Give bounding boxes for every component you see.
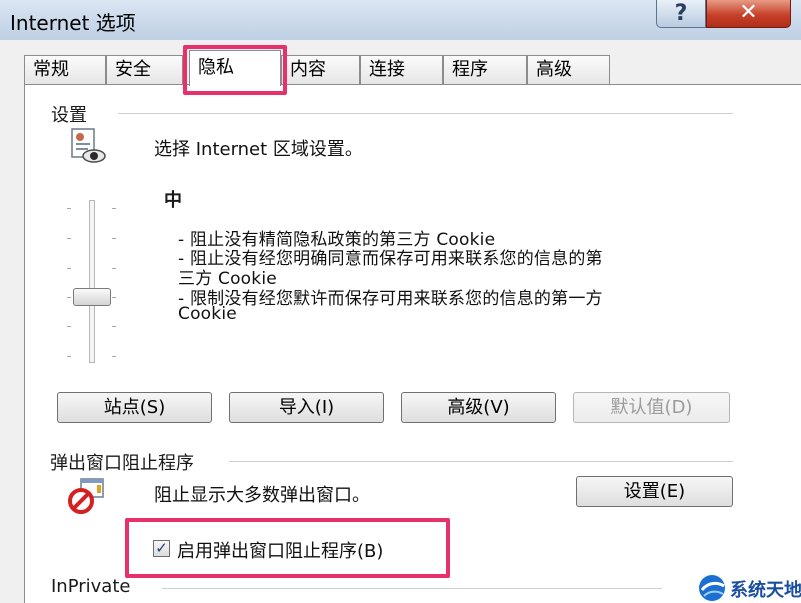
privacy-level-title: 中 <box>164 190 182 211</box>
zone-text: 选择 Internet 区域设置。 <box>154 139 363 160</box>
settings-group-label: 设置 <box>51 105 87 126</box>
slider-tick <box>112 326 116 327</box>
privacy-level-slider-thumb[interactable] <box>73 288 111 306</box>
help-button[interactable]: ? <box>656 0 706 28</box>
privacy-description-line: Cookie <box>178 304 237 324</box>
slider-tick <box>67 268 71 269</box>
popup-divider <box>229 461 733 462</box>
popup-group-label: 弹出窗口阻止程序 <box>50 453 194 474</box>
settings-divider <box>118 113 733 114</box>
slider-tick <box>112 297 116 298</box>
slider-tick <box>67 326 71 327</box>
import-button[interactable]: 导入(I) <box>229 392 384 423</box>
checkbox-highlight-box <box>125 518 450 578</box>
tab-highlight-box <box>183 45 287 95</box>
privacy-level-slider-track[interactable] <box>89 200 95 363</box>
watermark-text: 系统天地 <box>730 580 801 601</box>
slider-tick <box>112 208 116 209</box>
popup-blocker-icon <box>68 478 104 514</box>
inprivate-group-label: InPrivate <box>51 576 131 597</box>
title-bar: Internet 选项 ? ✕ <box>0 0 801 40</box>
popup-settings-button[interactable]: 设置(E) <box>576 476 733 507</box>
slider-tick <box>112 268 116 269</box>
tab-content[interactable]: 内容 <box>281 55 360 84</box>
tab-connections[interactable]: 连接 <box>360 55 443 84</box>
slider-tick <box>67 356 71 357</box>
tab-general[interactable]: 常规 <box>24 55 106 84</box>
sites-button[interactable]: 站点(S) <box>57 392 212 423</box>
tab-advanced[interactable]: 高级 <box>527 55 610 84</box>
slider-tick <box>67 238 71 239</box>
slider-tick <box>67 297 71 298</box>
slider-tick <box>67 208 71 209</box>
inprivate-divider <box>162 588 662 589</box>
tab-security[interactable]: 安全 <box>106 55 183 84</box>
slider-tick <box>112 356 116 357</box>
window-title: Internet 选项 <box>10 11 136 35</box>
slider-tick <box>112 238 116 239</box>
advanced-button[interactable]: 高级(V) <box>401 392 556 423</box>
close-button[interactable]: ✕ <box>706 0 791 28</box>
privacy-eye-icon <box>71 128 106 163</box>
default-button[interactable]: 默认值(D) <box>573 392 730 423</box>
popup-description: 阻止显示大多数弹出窗口。 <box>154 485 370 506</box>
privacy-description-line: - 限制没有经您默许而保存可用来联系您的信息的第一方 <box>178 289 603 309</box>
tab-programs[interactable]: 程序 <box>443 55 527 84</box>
